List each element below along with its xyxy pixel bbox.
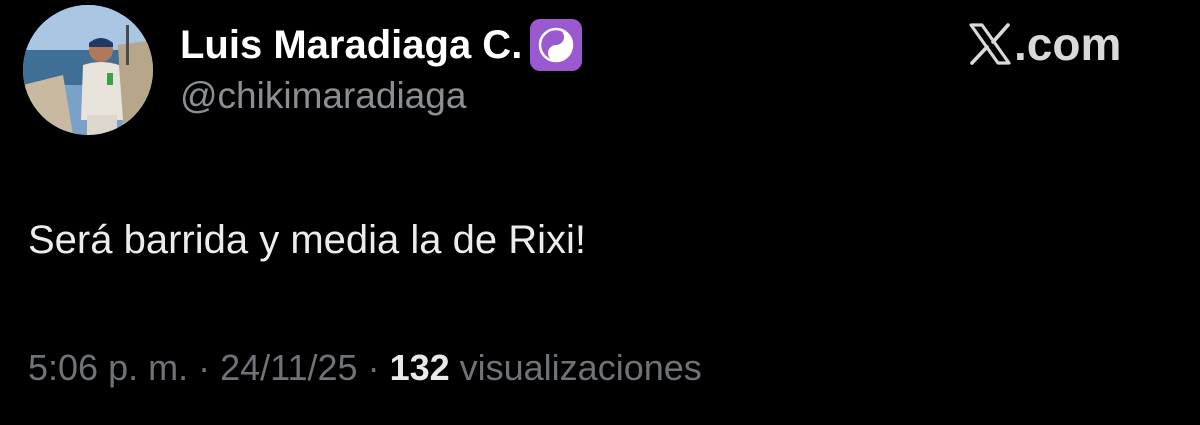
separator: ·: [198, 347, 211, 388]
user-handle[interactable]: @chikimaradiaga: [180, 75, 466, 117]
avatar[interactable]: [23, 5, 153, 135]
views-count[interactable]: 132: [390, 347, 450, 389]
profile-photo: [23, 5, 153, 135]
x-logo-icon: [969, 23, 1011, 65]
tweet-text: Será barrida y media la de Rixi!: [28, 218, 587, 262]
name-row: Luis Maradiaga C.: [180, 19, 583, 71]
display-name[interactable]: Luis Maradiaga C.: [180, 23, 522, 68]
separator: ·: [367, 347, 380, 388]
tweet-time[interactable]: 5:06 p. m.: [28, 347, 188, 389]
brand-domain: .com: [1014, 18, 1122, 70]
yin-yang-icon: [530, 19, 583, 71]
views-label: visualizaciones: [459, 347, 702, 388]
tweet-meta: 5:06 p. m. · 24/11/25 · 132 visualizacio…: [28, 347, 702, 389]
tweet-card: Luis Maradiaga C. @chikimaradiaga .com S…: [0, 0, 1200, 425]
tweet-date[interactable]: 24/11/25: [220, 347, 357, 389]
brand-watermark: .com: [968, 18, 1121, 70]
